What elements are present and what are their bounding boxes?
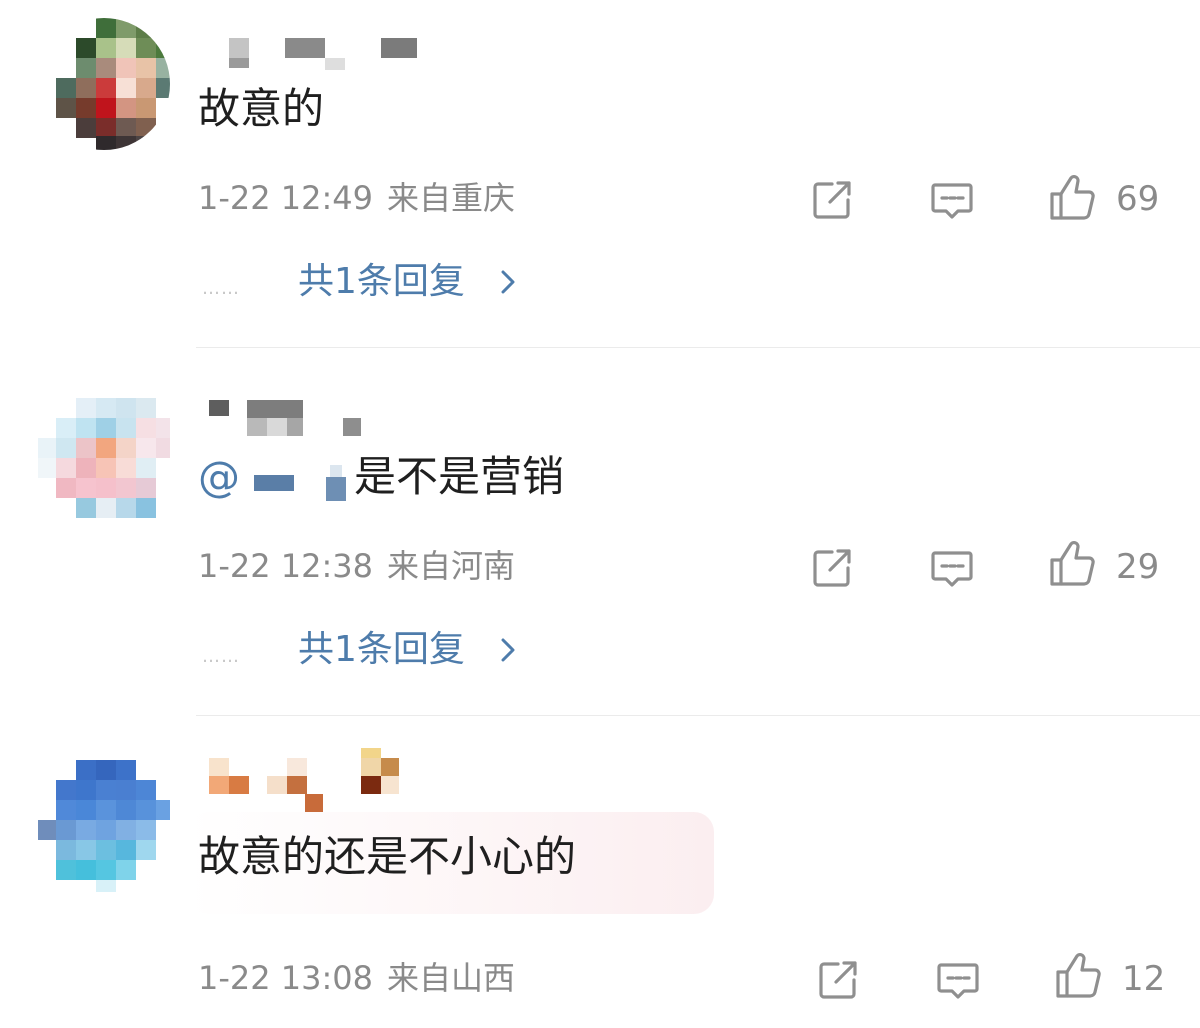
avatar[interactable] (38, 398, 170, 530)
replies-dots: …… (202, 278, 240, 299)
view-replies-link[interactable]: …… 共1条回复 (198, 260, 558, 310)
comment-body: 是不是营销 (354, 452, 565, 501)
like-count: 12 (1122, 959, 1166, 999)
replies-label: 共1条回复 (298, 261, 465, 302)
chevron-right-icon (501, 638, 515, 662)
mention-symbol[interactable]: @ (198, 452, 240, 501)
like-icon[interactable] (1052, 950, 1104, 1002)
username[interactable] (205, 34, 435, 74)
comment-time: 1-22 12:38 (198, 547, 374, 585)
comment-text: @ 是不是营销 (198, 456, 564, 501)
chevron-right-icon (501, 270, 515, 294)
comment-meta: 1-22 13:08 来自山西 (198, 962, 515, 994)
replies-label: 共1条回复 (298, 629, 465, 670)
comment-item: 故意的 1-22 12:49 来自重庆 69 …… 共1条回复 (0, 0, 1200, 348)
share-icon[interactable] (814, 956, 862, 1004)
like-count: 29 (1116, 547, 1160, 587)
comment-location: 来自山西 (387, 959, 516, 997)
share-icon[interactable] (808, 176, 856, 224)
comment-item: @ 是不是营销 1-22 12:38 来自河南 29 …… 共1条回复 (0, 348, 1200, 716)
view-replies-link[interactable]: …… 共1条回复 (198, 628, 558, 678)
username[interactable] (205, 398, 435, 438)
avatar[interactable] (38, 760, 170, 892)
username[interactable] (205, 746, 435, 812)
avatar[interactable] (38, 18, 170, 150)
comment-text: 故意的 (198, 84, 325, 133)
mention-username[interactable] (248, 464, 348, 501)
comment-meta: 1-22 12:38 来自河南 (198, 550, 515, 582)
comment-icon[interactable] (928, 176, 976, 224)
comment-icon[interactable] (928, 544, 976, 592)
comment-icon[interactable] (934, 956, 982, 1004)
comment-item: 故意的还是不小心的 1-22 13:08 来自山西 12 (0, 716, 1200, 1028)
comment-meta: 1-22 12:49 来自重庆 (198, 182, 515, 214)
share-icon[interactable] (808, 544, 856, 592)
comment-text: 故意的还是不小心的 (198, 832, 577, 881)
like-count: 69 (1116, 179, 1160, 219)
comment-time: 1-22 13:08 (198, 959, 374, 997)
comment-location: 来自河南 (387, 547, 516, 585)
like-icon[interactable] (1046, 538, 1098, 590)
comment-time: 1-22 12:49 (198, 179, 374, 217)
like-icon[interactable] (1046, 172, 1098, 224)
replies-dots: …… (202, 646, 240, 667)
comment-location: 来自重庆 (387, 179, 516, 217)
